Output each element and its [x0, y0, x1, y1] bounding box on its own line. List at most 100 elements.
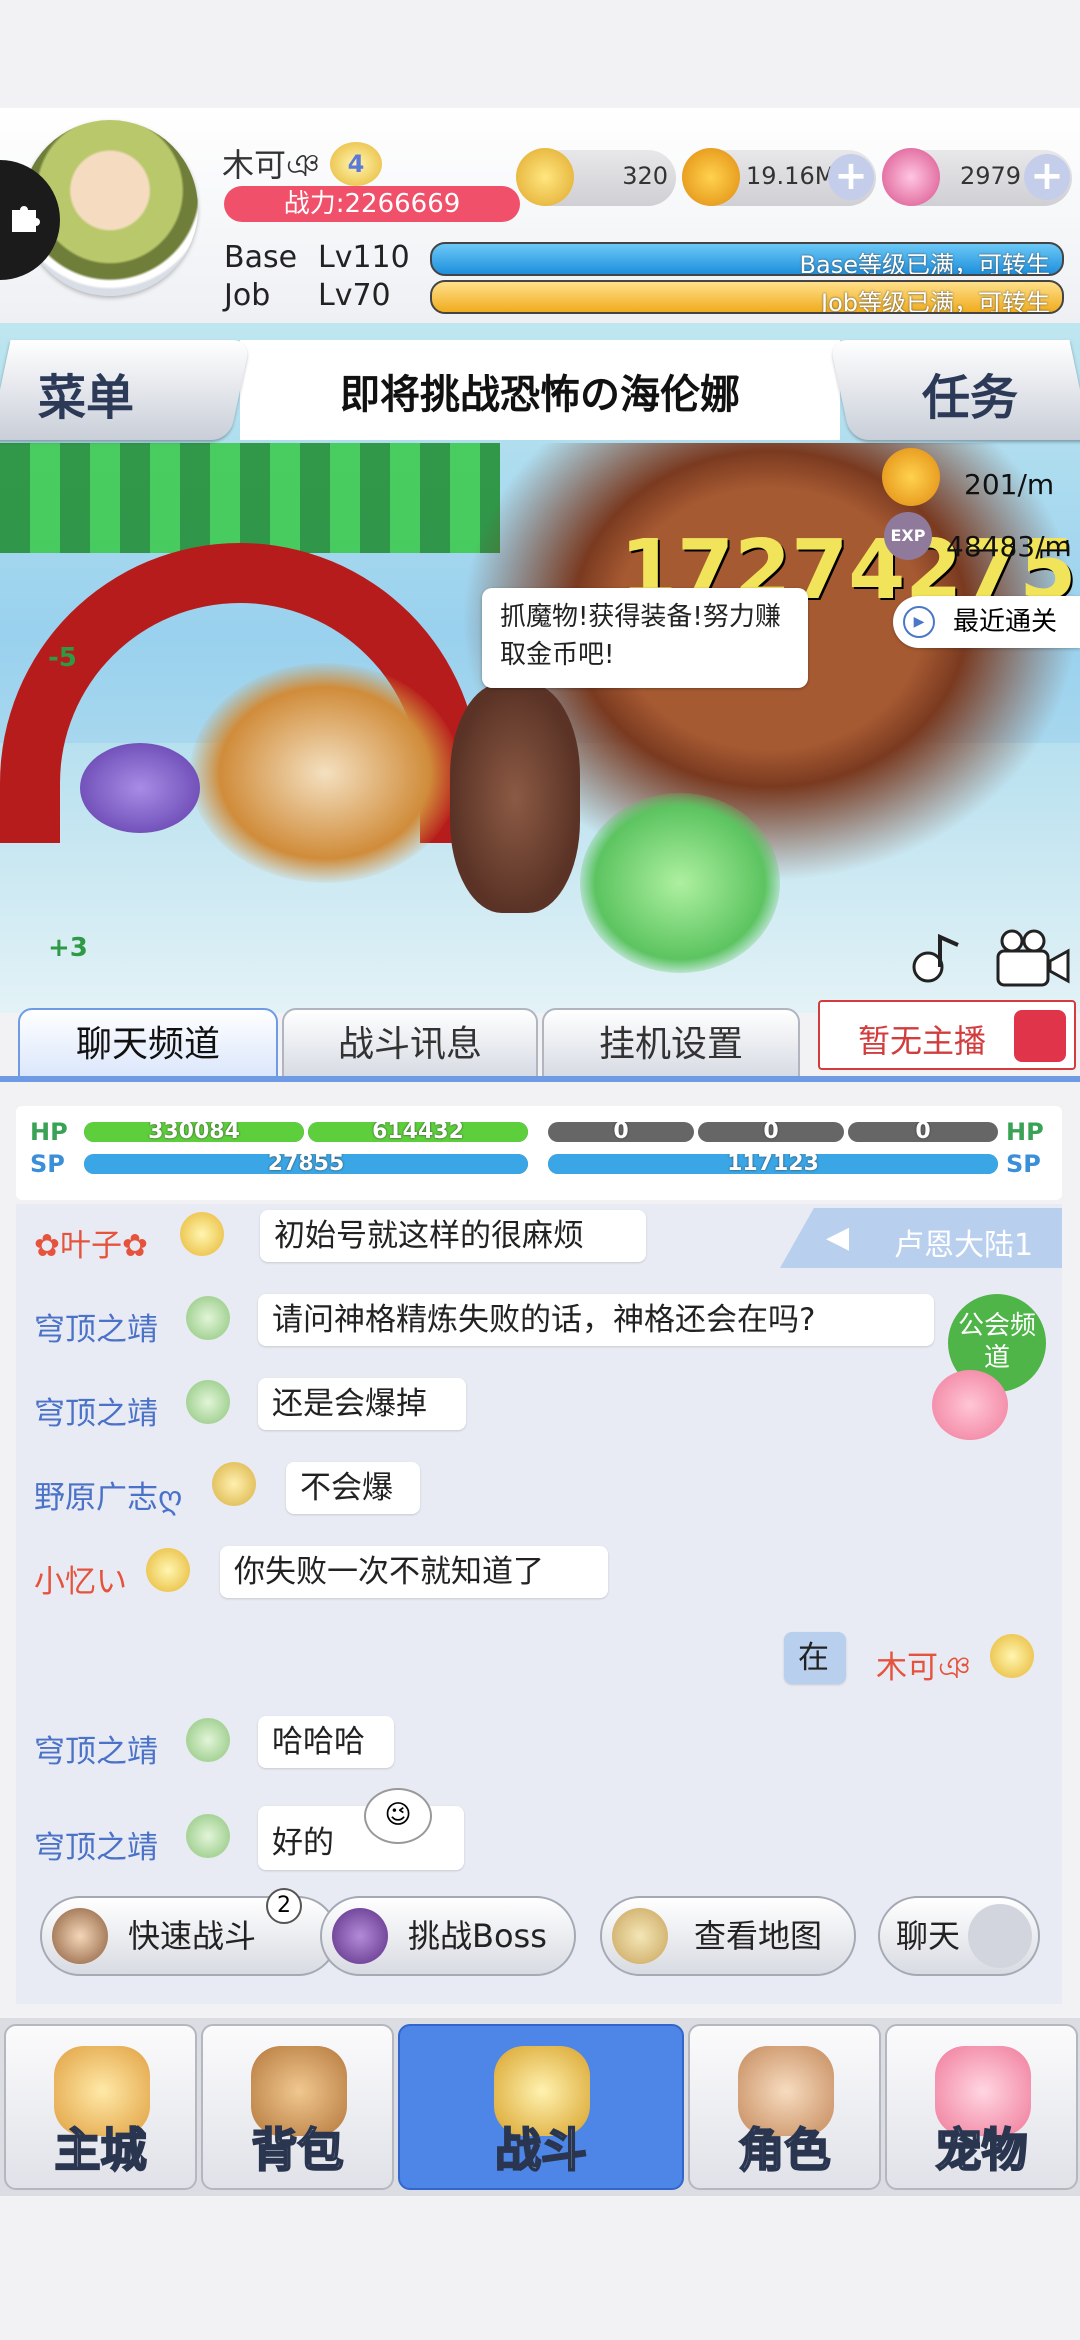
job-exp-bar: Job等级已满，可转生	[430, 280, 1064, 314]
view-map-button[interactable]: 查看地图	[600, 1896, 856, 1976]
gold-rate: 201/m	[964, 468, 1055, 501]
hp-bar-3: 0	[548, 1122, 694, 1142]
gem-counter: 2979 +	[882, 148, 1072, 206]
chat-sender[interactable]: 穹顶之靖	[34, 1726, 158, 1771]
task-button-label[interactable]: 任务	[922, 358, 1018, 428]
region-label[interactable]: 卢恩大陆1	[894, 1220, 1033, 1264]
chat-message: 哈哈哈	[258, 1716, 394, 1768]
hp-label-left: HP	[30, 1118, 68, 1146]
party-stats	[16, 1106, 1062, 1200]
toggle-knob	[968, 1904, 1032, 1968]
speech-bubble: 抓魔物!获得装备!努力赚取金币吧!	[482, 588, 808, 688]
hp-value-1: 330084	[148, 1122, 240, 1142]
boss-icon	[332, 1908, 388, 1964]
plant-monster	[580, 793, 780, 973]
gold-counter: 19.16M +	[682, 148, 876, 206]
gold-value: 19.16M	[746, 162, 836, 190]
add-gem-button[interactable]: +	[1024, 154, 1070, 200]
gem-value: 2979	[960, 162, 1022, 190]
challenge-boss-label: 挑战Boss	[408, 1917, 547, 1955]
menu-button-label[interactable]: 菜单	[38, 358, 134, 428]
nav-main-city[interactable]: 主城	[4, 2024, 197, 2190]
broadcast-label: 暂无主播	[858, 1022, 987, 1060]
job-level: Lv70	[318, 278, 391, 313]
chat-message: 初始号就这样的很麻烦	[260, 1210, 646, 1262]
sp-bar-1: 27855	[84, 1154, 528, 1174]
exp-icon: EXP	[884, 512, 932, 560]
hp-bar-5: 0	[848, 1122, 998, 1142]
hp-bar-4: 0	[698, 1122, 844, 1142]
chat-message: 你失败一次不就知道了	[220, 1546, 608, 1598]
guild-emblem-icon	[186, 1296, 230, 1340]
base-level: Lv110	[318, 240, 410, 275]
broadcast-icon	[1014, 1010, 1066, 1062]
chat-message: 好的	[258, 1806, 464, 1870]
nav-backpack-label: 背包	[251, 2122, 345, 2178]
nav-backpack[interactable]: 背包	[201, 2024, 394, 2190]
recent-clear-label: 最近通关	[953, 607, 1058, 637]
base-label: Base	[224, 240, 298, 275]
nav-pet[interactable]: 宠物	[885, 2024, 1078, 2190]
chat-sender[interactable]: 穹顶之靖	[34, 1388, 158, 1433]
tab-afk-settings[interactable]: 挂机设置	[542, 1008, 800, 1078]
play-icon: ▶	[903, 606, 935, 638]
scene-decoration	[0, 443, 500, 553]
music-icon[interactable]	[906, 931, 966, 987]
challenge-boss-button[interactable]: 挑战Boss	[320, 1896, 576, 1976]
zeny-coin-icon	[516, 148, 574, 206]
hp-label-right: HP	[1006, 1118, 1044, 1146]
quick-battle-icon	[52, 1908, 108, 1964]
zeny-value: 320	[622, 162, 668, 190]
base-exp-status: Base等级已满，可转生	[799, 251, 1050, 276]
exp-rate: 48483/m	[946, 530, 1072, 563]
chat-sender[interactable]: ✿叶子✿	[34, 1220, 148, 1265]
tab-underline	[0, 1076, 1080, 1082]
chat-sender[interactable]: 穹顶之靖	[34, 1304, 158, 1349]
gold-icon	[682, 148, 740, 206]
nav-battle[interactable]: 战斗	[398, 2024, 684, 2190]
sp-value-2: 117123	[727, 1154, 819, 1174]
poring-icon[interactable]	[932, 1370, 1008, 1440]
gem-icon	[882, 148, 940, 206]
vip-emblem-icon	[990, 1634, 1034, 1678]
sp-label-right: SP	[1006, 1150, 1041, 1178]
back-arrow-icon[interactable]: ◀	[826, 1220, 849, 1255]
gold-rate-icon	[882, 448, 940, 506]
vip-badge[interactable]: 4	[330, 142, 382, 186]
base-exp-bar: Base等级已满，可转生	[430, 242, 1064, 276]
chat-message: 还是会爆掉	[258, 1378, 466, 1430]
add-gold-button[interactable]: +	[828, 154, 874, 200]
puzzle-icon	[12, 206, 40, 232]
sp-bar-2: 117123	[548, 1154, 998, 1174]
chat-message-own: 在	[784, 1632, 846, 1684]
battle-title: 即将挑战恐怖の海伦娜	[340, 372, 740, 418]
chat-sender[interactable]: 野原广志ღ	[34, 1472, 182, 1517]
monster-sprite	[450, 683, 580, 913]
vip-emblem-icon	[180, 1212, 224, 1256]
zeny-counter: 320	[516, 148, 676, 206]
pet-sprite	[80, 743, 200, 833]
quick-battle-label: 快速战斗	[128, 1917, 257, 1955]
hp-value-2: 614432	[372, 1122, 464, 1142]
guild-emblem-icon	[186, 1718, 230, 1762]
camera-icon[interactable]	[994, 927, 1072, 991]
hp-value-5: 0	[915, 1122, 931, 1142]
combat-power: 战力:2266669	[224, 186, 520, 222]
nav-character[interactable]: 角色	[688, 2024, 881, 2190]
hp-value-3: 0	[613, 1122, 629, 1142]
chat-sender[interactable]: 穹顶之靖	[34, 1822, 158, 1867]
broadcast-button[interactable]: 暂无主播	[818, 1000, 1076, 1070]
chat-toggle[interactable]: 聊天	[878, 1896, 1040, 1976]
chat-sender[interactable]: 小忆い	[34, 1556, 127, 1601]
nav-pet-label: 宠物	[935, 2122, 1029, 2178]
view-map-label: 查看地图	[694, 1917, 823, 1955]
side-indicator-bottom: +3	[48, 933, 88, 963]
guild-emblem-icon	[186, 1380, 230, 1424]
recent-clear-button[interactable]: ▶ 最近通关	[893, 596, 1080, 648]
nav-main-city-label: 主城	[54, 2122, 148, 2178]
guild-emblem-icon	[186, 1814, 230, 1858]
tab-battle-info[interactable]: 战斗讯息	[282, 1008, 538, 1078]
chat-sender-self[interactable]: 木可ঞ	[876, 1642, 971, 1696]
hp-bar-1: 330084	[84, 1122, 304, 1142]
tab-chat-channel[interactable]: 聊天频道	[18, 1008, 278, 1078]
